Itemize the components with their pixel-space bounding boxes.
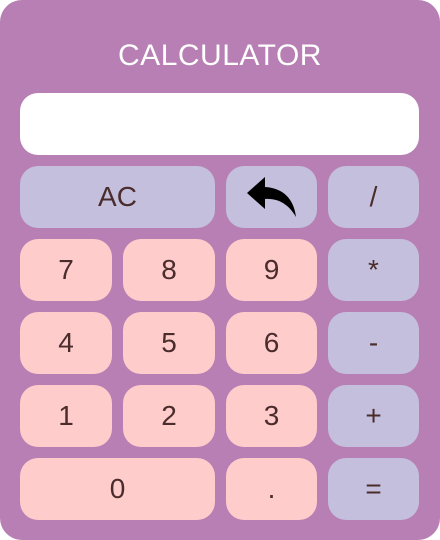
undo-arrow-icon	[245, 175, 299, 219]
digit-1-button[interactable]: 1	[20, 385, 112, 447]
digit-2-button[interactable]: 2	[123, 385, 215, 447]
digit-8-button[interactable]: 8	[123, 239, 215, 301]
add-button[interactable]: +	[328, 385, 419, 447]
clear-button[interactable]: AC	[20, 166, 215, 228]
calculator-display	[20, 93, 419, 155]
subtract-button[interactable]: -	[328, 312, 419, 374]
calculator-title: CALCULATOR	[118, 39, 322, 72]
calculator: CALCULATOR AC / 7 8 9 * 4 5 6 - 1 2 3 + …	[0, 0, 440, 540]
digit-6-button[interactable]: 6	[226, 312, 317, 374]
digit-9-button[interactable]: 9	[226, 239, 317, 301]
multiply-button[interactable]: *	[328, 239, 419, 301]
divide-button[interactable]: /	[328, 166, 419, 228]
digit-7-button[interactable]: 7	[20, 239, 112, 301]
decimal-button[interactable]: .	[226, 458, 317, 520]
digit-5-button[interactable]: 5	[123, 312, 215, 374]
digit-3-button[interactable]: 3	[226, 385, 317, 447]
digit-4-button[interactable]: 4	[20, 312, 112, 374]
backspace-button[interactable]	[226, 166, 317, 228]
digit-0-button[interactable]: 0	[20, 458, 215, 520]
equals-button[interactable]: =	[328, 458, 419, 520]
